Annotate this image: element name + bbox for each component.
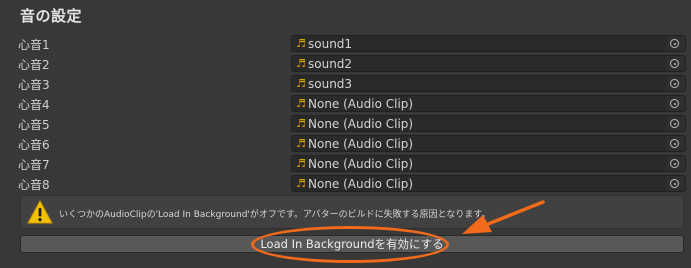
field-value: None (Audio Clip) xyxy=(308,137,414,151)
music-note-icon: ♬ xyxy=(296,77,306,90)
object-picker-icon xyxy=(670,139,679,148)
sound-properties: 心音1 ♬ sound1 心音2 ♬ sound2 心音3 ♬ sound3 心… xyxy=(18,34,686,194)
enable-load-in-background-button[interactable]: Load In Backgroundを有効にする xyxy=(20,235,684,253)
audio-clip-field[interactable]: ♬ None (Audio Clip) xyxy=(291,175,685,192)
property-label: 心音8 xyxy=(18,178,50,192)
property-label: 心音1 xyxy=(18,38,50,52)
property-row-5: 心音5 ♬ None (Audio Clip) xyxy=(18,114,686,134)
field-value: None (Audio Clip) xyxy=(308,97,414,111)
object-picker-icon xyxy=(670,79,679,88)
object-picker-icon xyxy=(670,39,679,48)
object-picker-button[interactable] xyxy=(666,135,686,152)
audio-clip-field[interactable]: ♬ None (Audio Clip) xyxy=(291,135,685,152)
object-picker-icon xyxy=(670,179,679,188)
property-label: 心音2 xyxy=(18,58,50,72)
object-picker-button[interactable] xyxy=(666,175,686,192)
object-picker-icon xyxy=(670,59,679,68)
object-picker-icon xyxy=(670,99,679,108)
property-row-1: 心音1 ♬ sound1 xyxy=(18,34,686,54)
property-row-7: 心音7 ♬ None (Audio Clip) xyxy=(18,154,686,174)
music-note-icon: ♬ xyxy=(296,117,306,130)
warning-message: いくつかのAudioClipの'Load In Background'がオフです… xyxy=(59,210,491,220)
audio-clip-field[interactable]: ♬ sound3 xyxy=(291,75,685,92)
field-value: sound1 xyxy=(308,37,353,51)
audio-clip-field[interactable]: ♬ sound2 xyxy=(291,55,685,72)
property-label: 心音7 xyxy=(18,158,50,172)
field-value: sound3 xyxy=(308,77,353,91)
warning-triangle-icon xyxy=(27,199,53,224)
object-picker-icon xyxy=(670,159,679,168)
warning-helpbox: いくつかのAudioClipの'Load In Background'がオフです… xyxy=(20,195,684,229)
property-label: 心音4 xyxy=(18,98,50,112)
music-note-icon: ♬ xyxy=(296,177,306,190)
music-note-icon: ♬ xyxy=(296,57,306,70)
object-picker-icon xyxy=(670,119,679,128)
property-row-3: 心音3 ♬ sound3 xyxy=(18,74,686,94)
field-value: sound2 xyxy=(308,57,353,71)
field-value: None (Audio Clip) xyxy=(308,157,414,171)
property-label: 心音3 xyxy=(18,78,50,92)
audio-clip-field[interactable]: ♬ None (Audio Clip) xyxy=(291,115,685,132)
music-note-icon: ♬ xyxy=(296,157,306,170)
property-label: 心音6 xyxy=(18,138,50,152)
music-note-icon: ♬ xyxy=(296,97,306,110)
property-label: 心音5 xyxy=(18,118,50,132)
audio-clip-field[interactable]: ♬ sound1 xyxy=(291,35,685,52)
property-row-2: 心音2 ♬ sound2 xyxy=(18,54,686,74)
property-row-6: 心音6 ♬ None (Audio Clip) xyxy=(18,134,686,154)
audio-clip-field[interactable]: ♬ None (Audio Clip) xyxy=(291,95,685,112)
music-note-icon: ♬ xyxy=(296,137,306,150)
object-picker-button[interactable] xyxy=(666,75,686,92)
object-picker-button[interactable] xyxy=(666,95,686,112)
music-note-icon: ♬ xyxy=(296,37,306,50)
object-picker-button[interactable] xyxy=(666,115,686,132)
field-value: None (Audio Clip) xyxy=(308,117,414,131)
property-row-8: 心音8 ♬ None (Audio Clip) xyxy=(18,174,686,194)
object-picker-button[interactable] xyxy=(666,35,686,52)
object-picker-button[interactable] xyxy=(666,155,686,172)
section-title: 音の設定 xyxy=(20,7,83,25)
audio-clip-field[interactable]: ♬ None (Audio Clip) xyxy=(291,155,685,172)
property-row-4: 心音4 ♬ None (Audio Clip) xyxy=(18,94,686,114)
field-value: None (Audio Clip) xyxy=(308,177,414,191)
object-picker-button[interactable] xyxy=(666,55,686,72)
